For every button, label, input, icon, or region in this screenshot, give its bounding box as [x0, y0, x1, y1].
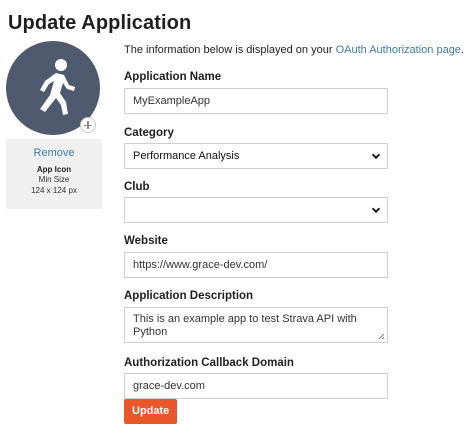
min-size-value: 124 x 124 px [31, 186, 77, 195]
app-icon-uploader[interactable] [6, 41, 102, 137]
chevron-down-icon [371, 207, 381, 214]
oauth-authorization-link[interactable]: OAuth Authorization page [336, 44, 461, 56]
intro-text: The information below is displayed on yo… [124, 44, 464, 56]
club-label: Club [124, 181, 150, 193]
app-icon-info: Remove App Icon Min Size 124 x 124 px [6, 139, 102, 209]
chevron-down-icon [371, 153, 381, 160]
runner-icon [40, 59, 75, 115]
category-label: Category [124, 127, 174, 139]
website-label: Website [124, 235, 168, 247]
intro-text-suffix: . [460, 44, 464, 56]
remove-icon-link[interactable]: Remove [6, 147, 102, 159]
min-size-label: Min Size [38, 175, 70, 184]
description-textarea[interactable]: This is an example app to test Strava AP… [124, 307, 388, 343]
app-icon-panel: Remove App Icon Min Size 124 x 124 px [6, 41, 102, 209]
callback-domain-input[interactable]: grace-dev.com [124, 373, 388, 399]
category-value: Performance Analysis [133, 150, 240, 162]
resize-grip-icon[interactable] [378, 333, 385, 340]
app-name-input[interactable]: MyExampleApp [124, 88, 388, 114]
club-select[interactable] [124, 197, 388, 223]
description-value: This is an example app to test Strava AP… [133, 313, 357, 338]
add-photo-icon[interactable] [80, 117, 96, 133]
app-name-label: Application Name [124, 71, 222, 83]
category-select[interactable]: Performance Analysis [124, 143, 388, 169]
callback-domain-label: Authorization Callback Domain [124, 357, 294, 369]
website-input[interactable]: https://www.grace-dev.com/ [124, 252, 388, 278]
app-icon-label: App Icon [36, 165, 72, 174]
intro-text-prefix: The information below is displayed on yo… [124, 44, 336, 56]
update-button[interactable]: Update [124, 399, 178, 424]
description-label: Application Description [124, 290, 254, 302]
page-title: Update Application [8, 12, 192, 34]
